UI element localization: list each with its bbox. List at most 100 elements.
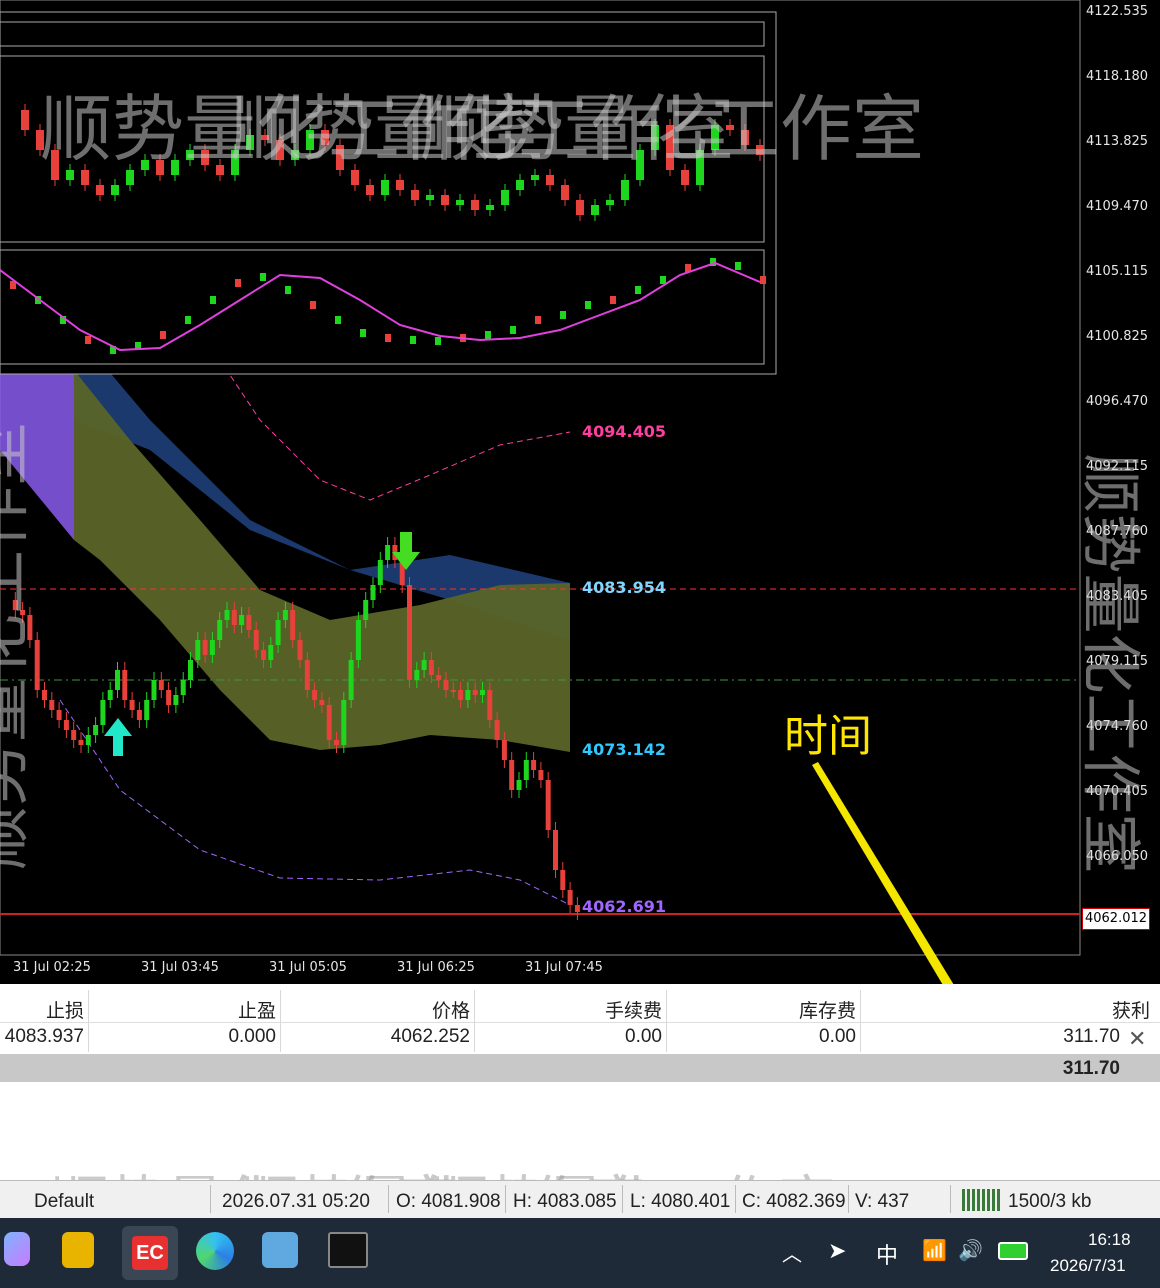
close-position-icon[interactable]: ✕ xyxy=(1128,1026,1146,1052)
status-high: H: 4083.085 xyxy=(513,1191,617,1212)
candle xyxy=(385,545,391,560)
candle xyxy=(531,760,537,770)
candle xyxy=(411,190,419,200)
candle xyxy=(560,870,566,890)
candle xyxy=(297,640,303,660)
status-open: O: 4081.908 xyxy=(396,1191,501,1212)
candle xyxy=(78,740,84,745)
candle xyxy=(480,690,485,695)
annotation-arrow xyxy=(812,762,954,984)
network-lock-icon[interactable] xyxy=(262,1232,298,1268)
header-sl[interactable]: 止损 xyxy=(0,996,84,1023)
oscillator-dot xyxy=(735,262,741,270)
price-tick: 4100.825 xyxy=(1086,329,1149,344)
candle xyxy=(282,610,288,620)
clock-time[interactable]: 16:18 xyxy=(1088,1230,1131,1250)
candle xyxy=(561,185,569,200)
candle xyxy=(531,175,539,180)
status-close: C: 4082.369 xyxy=(742,1191,846,1212)
candle xyxy=(304,660,310,690)
price-tick: 4105.115 xyxy=(1086,264,1149,279)
candle xyxy=(261,650,266,660)
time-tick: 31 Jul 07:45 xyxy=(525,960,603,975)
copilot-icon[interactable] xyxy=(4,1232,30,1266)
candle xyxy=(523,760,529,780)
oscillator-dot xyxy=(535,316,541,324)
level-label: 4073.142 xyxy=(582,740,667,759)
candle xyxy=(471,200,479,210)
candle xyxy=(472,690,478,695)
oscillator-dot xyxy=(510,326,516,334)
status-datetime: 2026.07.31 05:20 xyxy=(222,1191,370,1212)
candle xyxy=(443,680,449,690)
level-label: 4062.691 xyxy=(582,897,667,916)
tray-overflow-icon[interactable]: ︿ xyxy=(782,1238,802,1267)
header-profit[interactable]: 获利 xyxy=(862,996,1150,1023)
battery-icon[interactable] xyxy=(998,1242,1028,1260)
wifi-icon[interactable]: 📶 xyxy=(922,1238,947,1263)
header-swap[interactable]: 库存费 xyxy=(668,996,856,1023)
oscillator-dot xyxy=(410,336,416,344)
candle xyxy=(85,735,91,745)
candle xyxy=(516,780,522,790)
total-profit: 311.70 xyxy=(1062,1058,1120,1079)
candle xyxy=(49,700,55,710)
oscillator-dot xyxy=(660,276,666,284)
candle xyxy=(209,640,215,655)
header-price[interactable]: 价格 xyxy=(282,996,470,1023)
oscillator-dot xyxy=(310,301,316,309)
candle xyxy=(115,670,120,690)
oscillator-dot xyxy=(560,311,566,319)
candle xyxy=(348,660,354,700)
candle xyxy=(421,660,427,670)
candle xyxy=(366,185,374,195)
cell-swap: 0.00 xyxy=(819,1026,856,1047)
total-row: 311.70 xyxy=(0,1054,1160,1082)
status-volume: V: 437 xyxy=(855,1191,910,1212)
candle xyxy=(107,690,113,700)
candle xyxy=(319,700,325,705)
candle xyxy=(545,780,551,830)
terminal-icon[interactable] xyxy=(328,1232,368,1268)
candle xyxy=(486,205,494,210)
candle xyxy=(188,660,193,680)
header-tp[interactable]: 止盈 xyxy=(90,996,276,1023)
candle xyxy=(341,700,347,745)
ime-indicator[interactable]: 中 xyxy=(876,1238,898,1270)
candle xyxy=(428,660,434,675)
oscillator-dot xyxy=(585,301,591,309)
candle xyxy=(494,720,500,740)
candle xyxy=(173,695,179,705)
candle xyxy=(553,830,558,870)
candle xyxy=(377,560,383,585)
metatrader5-icon[interactable] xyxy=(62,1232,94,1268)
cell-profit: 311.70 xyxy=(1063,1026,1120,1047)
header-commission[interactable]: 手续费 xyxy=(476,996,662,1023)
candle xyxy=(456,200,464,205)
candle xyxy=(487,690,493,720)
clock-date[interactable]: 2026/7/31 xyxy=(1050,1256,1126,1276)
candle xyxy=(546,175,554,185)
candle xyxy=(381,180,389,195)
candle xyxy=(129,700,135,710)
oscillator-dot xyxy=(360,329,366,337)
candle xyxy=(334,740,339,745)
oscillator-dot xyxy=(760,276,766,284)
candle xyxy=(217,620,223,640)
status-profile[interactable]: Default xyxy=(34,1191,94,1213)
candle xyxy=(576,200,584,215)
edge-browser-icon[interactable] xyxy=(196,1232,234,1270)
candle xyxy=(501,190,509,205)
location-icon[interactable]: ➤ xyxy=(828,1238,846,1264)
candle xyxy=(606,200,614,205)
chart-area[interactable]: 4122.535 4118.180 4113.825 4109.470 4105.115… xyxy=(0,0,1160,984)
status-connection[interactable]: 1500/3 kb xyxy=(1008,1191,1091,1213)
candle xyxy=(290,610,296,640)
candle xyxy=(96,185,104,195)
oscillator-dot xyxy=(185,316,191,324)
ec-app-icon[interactable]: EC xyxy=(122,1226,178,1280)
candle xyxy=(180,680,186,695)
volume-icon[interactable]: 🔊 xyxy=(958,1238,983,1263)
candle xyxy=(56,710,62,720)
watermark-top-3: 顺势量化工作室 xyxy=(420,87,925,171)
